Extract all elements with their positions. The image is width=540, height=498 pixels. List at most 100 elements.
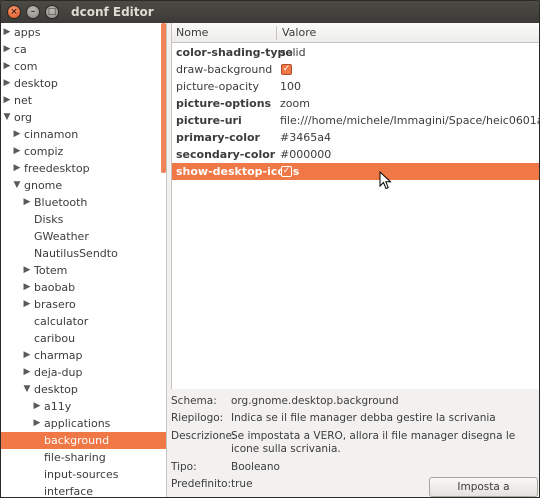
column-header-value[interactable]: Valore xyxy=(282,23,316,43)
tree-item[interactable]: ▶ com xyxy=(1,58,166,75)
tree-item[interactable]: interface xyxy=(1,483,166,497)
tree-item[interactable]: ▶ ca xyxy=(1,41,166,58)
tree-item[interactable]: ▶ apps xyxy=(1,24,166,41)
close-window-button[interactable]: × xyxy=(7,5,21,19)
key-value[interactable]: zoom xyxy=(280,95,310,112)
tree-item-label: brasero xyxy=(34,298,76,311)
key-value[interactable]: 100 xyxy=(280,78,301,95)
key-row[interactable]: secondary-color #000000 xyxy=(172,146,539,163)
tree-item[interactable]: calculator xyxy=(1,313,166,330)
key-value[interactable]: file:///home/michele/Immagini/Space/heic… xyxy=(280,112,539,129)
tree-item[interactable]: caribou xyxy=(1,330,166,347)
key-row[interactable]: draw-background ✓ xyxy=(172,61,539,78)
expander-closed-icon[interactable]: ▶ xyxy=(22,364,32,381)
expander-closed-icon[interactable]: ▶ xyxy=(22,262,32,279)
expander-closed-icon[interactable]: ▶ xyxy=(2,58,12,75)
summary-label: Riepilogo: xyxy=(171,412,224,424)
key-row[interactable]: show-desktop-icons ✓ xyxy=(172,163,539,180)
expander-closed-icon[interactable]: ▶ xyxy=(22,194,32,211)
tree-item-label: GWeather xyxy=(34,230,89,243)
expander-closed-icon[interactable]: ▶ xyxy=(12,143,22,160)
maximize-window-button[interactable]: □ xyxy=(45,5,59,19)
tree-item[interactable]: ▶ freedesktop xyxy=(1,160,166,177)
tree-item[interactable]: ▼ gnome xyxy=(1,177,166,194)
minimize-window-button[interactable]: – xyxy=(26,5,40,19)
tree-item-label: Totem xyxy=(34,264,68,277)
expander-open-icon[interactable]: ▼ xyxy=(12,177,22,194)
tree-item-label: file-sharing xyxy=(44,451,106,464)
expander-closed-icon[interactable]: ▶ xyxy=(2,24,12,41)
tree-item-label: gnome xyxy=(24,179,63,192)
column-header-name[interactable]: Nome xyxy=(176,23,208,43)
expander-open-icon[interactable]: ▼ xyxy=(22,381,32,398)
expander-closed-icon[interactable]: ▶ xyxy=(12,160,22,177)
column-separator xyxy=(276,26,277,40)
keys-table: Nome Valore color-shading-type solid draw-… xyxy=(171,23,539,389)
key-row[interactable]: picture-options zoom xyxy=(172,95,539,112)
tree-item-label: charmap xyxy=(34,349,83,362)
expander-closed-icon[interactable]: ▶ xyxy=(2,41,12,58)
tree-item-label: desktop xyxy=(14,77,58,90)
key-row[interactable]: primary-color #3465a4 xyxy=(172,129,539,146)
tree-item[interactable]: ▶ baobab xyxy=(1,279,166,296)
tree-item-label: freedesktop xyxy=(24,162,90,175)
expander-open-icon[interactable]: ▼ xyxy=(2,109,12,126)
tree-item[interactable]: ▶ brasero xyxy=(1,296,166,313)
key-value[interactable]: #000000 xyxy=(280,146,331,163)
expander-closed-icon[interactable]: ▶ xyxy=(22,296,32,313)
key-name: secondary-color xyxy=(176,148,276,161)
key-row[interactable]: picture-opacity 100 xyxy=(172,78,539,95)
tree-item[interactable]: ▶ desktop xyxy=(1,75,166,92)
tree-item-label: background xyxy=(44,434,110,447)
tree-item[interactable]: ▶ Totem xyxy=(1,262,166,279)
expander-closed-icon[interactable]: ▶ xyxy=(2,75,12,92)
tree-item-label: applications xyxy=(44,417,111,430)
value-checkbox[interactable]: ✓ xyxy=(281,64,292,75)
key-row[interactable]: color-shading-type solid xyxy=(172,44,539,61)
expander-closed-icon[interactable]: ▶ xyxy=(12,126,22,143)
tree-item[interactable]: ▶ compiz xyxy=(1,143,166,160)
key-value[interactable]: #3465a4 xyxy=(280,129,331,146)
key-name: picture-options xyxy=(176,97,272,110)
description-label: Descrizione: xyxy=(171,430,236,442)
tree-item[interactable]: ▼ org xyxy=(1,109,166,126)
tree-item-label: a11y xyxy=(44,400,72,413)
expander-closed-icon[interactable]: ▶ xyxy=(32,398,42,415)
tree-item[interactable]: ▶ Bluetooth xyxy=(1,194,166,211)
schema-tree[interactable]: ▶ apps ▶ ca ▶ com ▶ desktop ▶ net ▼ org ▶ cinnamon ▶ co… xyxy=(1,23,167,497)
tree-item[interactable]: input-sources xyxy=(1,466,166,483)
tree-item-label: deja-dup xyxy=(34,366,83,379)
tree-item[interactable]: NautilusSendto xyxy=(1,245,166,262)
tree-item[interactable]: ▶ net xyxy=(1,92,166,109)
expander-closed-icon[interactable]: ▶ xyxy=(22,279,32,296)
expander-closed-icon[interactable]: ▶ xyxy=(22,347,32,364)
key-value[interactable]: solid xyxy=(280,44,306,61)
default-label: Predefinito: xyxy=(171,478,232,490)
tree-item-label: ca xyxy=(14,43,27,56)
tree-item-label: input-sources xyxy=(44,468,119,481)
tree-item[interactable]: ▶ a11y xyxy=(1,398,166,415)
tree-item[interactable]: ▼ desktop xyxy=(1,381,166,398)
summary-value: Indica se il file manager debba gestire … xyxy=(231,412,496,424)
tree-item[interactable]: ▶ deja-dup xyxy=(1,364,166,381)
tree-item-label: cinnamon xyxy=(24,128,79,141)
tree-item[interactable]: ▶ cinnamon xyxy=(1,126,166,143)
tree-item[interactable]: file-sharing xyxy=(1,449,166,466)
expander-closed-icon[interactable]: ▶ xyxy=(32,415,42,432)
key-name: draw-background xyxy=(176,63,273,76)
value-checkbox[interactable]: ✓ xyxy=(281,166,292,177)
tree-item-label: Bluetooth xyxy=(34,196,88,209)
tree-item[interactable]: ▶ applications xyxy=(1,415,166,432)
tree-scroll-indicator[interactable] xyxy=(161,23,166,173)
tree-item[interactable]: GWeather xyxy=(1,228,166,245)
tree-item[interactable]: background xyxy=(1,432,166,449)
key-row[interactable]: picture-uri file:///home/michele/Immagini… xyxy=(172,112,539,129)
type-label: Tipo: xyxy=(171,461,197,473)
set-default-button[interactable]: Imposta a predefinito xyxy=(429,477,538,497)
key-name: picture-opacity xyxy=(176,80,259,93)
window-title: dconf Editor xyxy=(71,5,154,19)
tree-item-label: NautilusSendto xyxy=(34,247,118,260)
expander-closed-icon[interactable]: ▶ xyxy=(2,92,12,109)
tree-item[interactable]: Disks xyxy=(1,211,166,228)
tree-item[interactable]: ▶ charmap xyxy=(1,347,166,364)
